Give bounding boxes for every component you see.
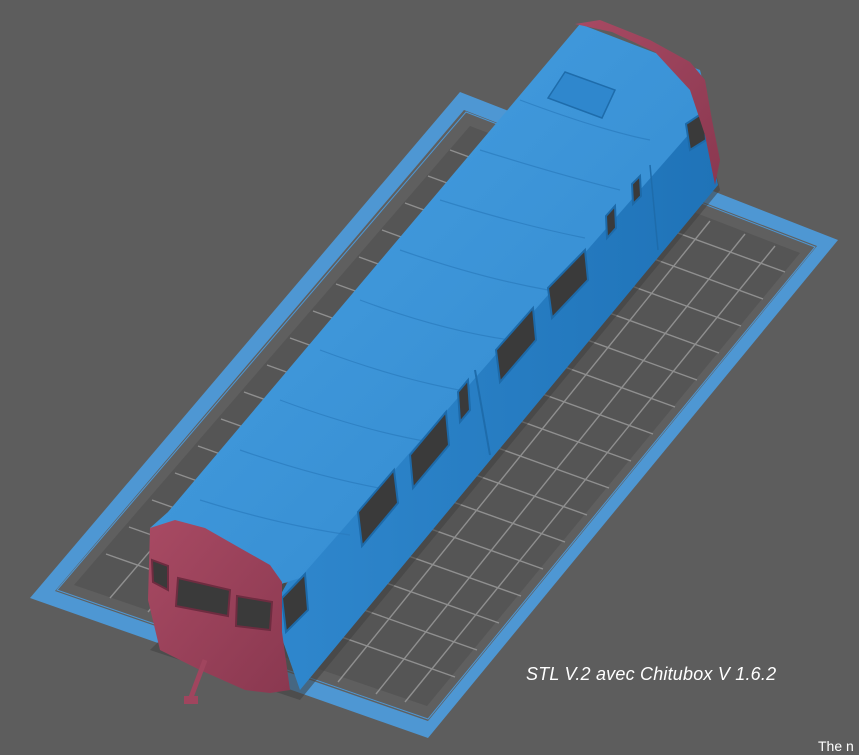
3d-viewport[interactable] xyxy=(0,0,859,755)
corner-text: The n xyxy=(818,738,854,754)
front-buffer xyxy=(184,696,198,704)
viewport-caption: STL V.2 avec Chitubox V 1.6.2 xyxy=(526,664,777,684)
front-window xyxy=(234,594,274,632)
